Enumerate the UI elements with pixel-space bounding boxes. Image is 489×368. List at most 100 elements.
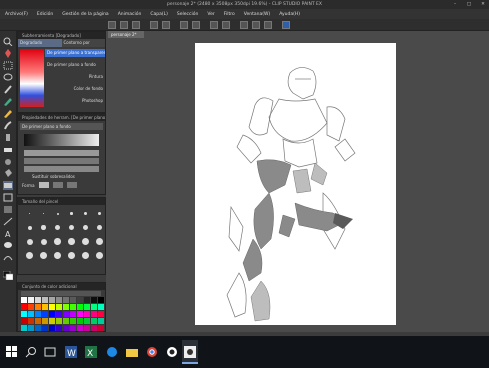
figure-tool-icon[interactable] <box>3 193 13 202</box>
transform-icon[interactable] <box>210 21 218 29</box>
color-swatch[interactable] <box>63 304 69 310</box>
color-swatch[interactable] <box>77 311 83 317</box>
brush-size-option[interactable] <box>38 222 49 233</box>
color-swatch[interactable] <box>70 297 76 303</box>
color-swatch[interactable] <box>21 325 27 331</box>
zoom-tool-icon[interactable] <box>3 37 13 46</box>
canvas-paper[interactable] <box>195 43 396 325</box>
brush-size-option[interactable] <box>66 236 77 247</box>
menu-ayuda[interactable]: Ayuda(H) <box>279 12 300 17</box>
color-swatch[interactable] <box>70 304 76 310</box>
brush-size-option[interactable] <box>24 236 35 247</box>
chrome-icon[interactable] <box>146 346 158 358</box>
color-swatch[interactable] <box>70 311 76 317</box>
ruler-tool-icon[interactable] <box>3 217 13 226</box>
color-swatch[interactable] <box>49 325 55 331</box>
shape-option[interactable] <box>66 182 77 188</box>
color-swatch[interactable] <box>42 318 48 324</box>
correct-line-tool-icon[interactable] <box>3 253 13 262</box>
color-swatch[interactable] <box>35 304 41 310</box>
menu-ver[interactable]: Ver <box>207 12 214 17</box>
canvas-area[interactable]: personaje 2* <box>106 31 489 332</box>
brush-size-option[interactable] <box>80 208 91 219</box>
document-tab[interactable]: personaje 2* <box>108 31 144 38</box>
color-swatch[interactable] <box>56 304 62 310</box>
color-swatch[interactable] <box>49 318 55 324</box>
brush-size-option[interactable] <box>66 208 77 219</box>
color-swatch[interactable] <box>56 325 62 331</box>
balloon-tool-icon[interactable] <box>3 241 13 250</box>
brush-size-option[interactable] <box>52 208 63 219</box>
color-swatch[interactable] <box>28 304 34 310</box>
close-button[interactable]: ✕ <box>479 0 487 9</box>
color-swatch[interactable] <box>42 297 48 303</box>
slider[interactable] <box>24 150 99 156</box>
brush-tool-icon[interactable] <box>3 121 13 130</box>
color-swatch[interactable] <box>70 318 76 324</box>
pen-tool-icon[interactable] <box>3 97 13 106</box>
brush-size-option[interactable] <box>24 250 35 261</box>
color-swatch[interactable] <box>42 311 48 317</box>
color-swatch[interactable] <box>49 297 55 303</box>
clear-icon[interactable] <box>180 21 188 29</box>
search-icon[interactable] <box>25 346 37 358</box>
menu-gestion-pagina[interactable]: Gestión de la página <box>62 12 108 17</box>
text-tool-icon[interactable]: A <box>3 229 13 238</box>
undo-icon[interactable] <box>150 21 158 29</box>
color-set-select[interactable] <box>21 291 101 296</box>
color-swatch[interactable] <box>21 304 27 310</box>
gradient-item[interactable]: De primer plano a fondo <box>45 61 105 69</box>
clip-studio-icon[interactable] <box>184 346 196 358</box>
color-swatch[interactable] <box>49 304 55 310</box>
color-swatch[interactable] <box>49 311 55 317</box>
menu-archivo[interactable]: Archivo(F) <box>5 12 28 17</box>
menu-seleccion[interactable]: Selección <box>177 12 198 17</box>
color-swatch[interactable] <box>21 318 27 324</box>
app-icon[interactable] <box>166 346 178 358</box>
color-swatch[interactable] <box>21 297 27 303</box>
color-swatch[interactable] <box>91 297 97 303</box>
ruler-snap-icon[interactable] <box>252 21 260 29</box>
edge-icon[interactable] <box>106 346 118 358</box>
color-swatch[interactable] <box>35 318 41 324</box>
move-tool-icon[interactable] <box>3 49 13 58</box>
color-swatch[interactable] <box>42 304 48 310</box>
explorer-icon[interactable] <box>126 346 138 358</box>
brush-size-option[interactable] <box>38 236 49 247</box>
brush-size-option[interactable] <box>24 208 35 219</box>
pencil-tool-icon[interactable] <box>3 109 13 118</box>
color-swatch[interactable] <box>70 325 76 331</box>
gradient-preset-select[interactable]: De primer plano a fondo <box>20 123 103 130</box>
brush-size-option[interactable] <box>38 250 49 261</box>
selection-tool-icon[interactable] <box>3 61 13 70</box>
color-swatch[interactable] <box>84 297 90 303</box>
menu-ventana[interactable]: Ventana(W) <box>244 12 270 17</box>
brush-size-option[interactable] <box>24 222 35 233</box>
color-swatch[interactable] <box>28 311 34 317</box>
fill-tool-icon[interactable] <box>3 169 13 178</box>
color-swatch[interactable] <box>21 311 27 317</box>
brush-size-option[interactable] <box>94 250 105 261</box>
excel-icon[interactable]: X <box>85 346 97 358</box>
color-swatch[interactable] <box>91 318 97 324</box>
fill-icon[interactable] <box>192 21 200 29</box>
brush-size-option[interactable] <box>38 208 49 219</box>
snap-icon[interactable] <box>240 21 248 29</box>
word-icon[interactable]: W <box>65 346 77 358</box>
minimize-button[interactable]: – <box>451 0 459 9</box>
color-swatch[interactable] <box>35 325 41 331</box>
color-swatch[interactable] <box>91 311 97 317</box>
task-view-icon[interactable] <box>44 346 56 358</box>
color-swatch[interactable] <box>98 318 104 324</box>
brush-size-option[interactable] <box>80 250 91 261</box>
color-swatch[interactable] <box>63 318 69 324</box>
color-swatch[interactable] <box>56 297 62 303</box>
color-swatch[interactable] <box>63 297 69 303</box>
color-swatch[interactable] <box>84 311 90 317</box>
brush-size-option[interactable] <box>94 236 105 247</box>
gradient-item-selected[interactable]: De primer plano a transparente <box>45 49 105 57</box>
brush-size-option[interactable] <box>80 222 91 233</box>
color-swatch[interactable] <box>42 325 48 331</box>
color-swatch[interactable] <box>77 304 83 310</box>
brush-size-option[interactable] <box>52 236 63 247</box>
